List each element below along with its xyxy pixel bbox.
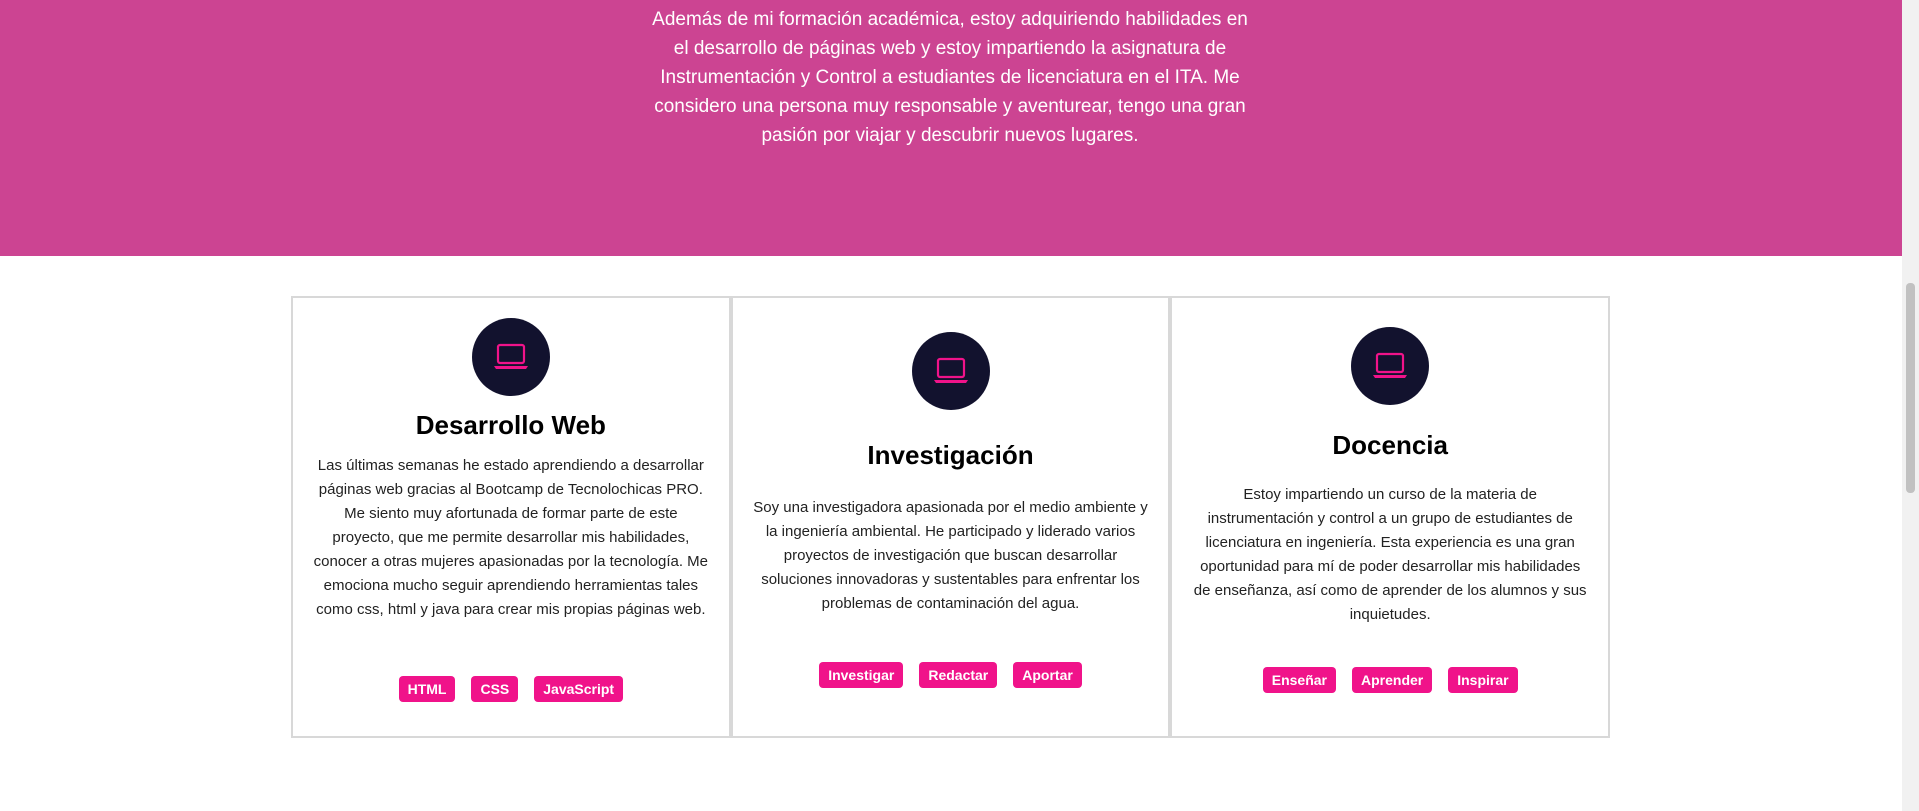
- laptop-icon: [471, 318, 550, 396]
- card-title: Docencia: [1332, 430, 1448, 460]
- tag-redactar[interactable]: Redactar: [919, 662, 998, 688]
- about-hero: Además de mi formación académica, estoy …: [0, 0, 1902, 256]
- card-title: Desarrollo Web: [415, 410, 606, 440]
- tag-css[interactable]: CSS: [471, 676, 519, 702]
- laptop-icon: [911, 332, 990, 410]
- about-text: Además de mi formación académica, estoy …: [650, 5, 1250, 150]
- tag-list: HTML CSS JavaScript: [293, 676, 729, 702]
- page-scrollbar[interactable]: [1902, 0, 1919, 811]
- card-description: Estoy impartiendo un curso de la materia…: [1193, 486, 1587, 623]
- card-desarrollo-web: Desarrollo Web Las últimas semanas he es…: [291, 296, 731, 738]
- tag-ensenar[interactable]: Enseñar: [1262, 667, 1336, 693]
- tag-list: Investigar Redactar Aportar: [733, 662, 1169, 688]
- card-investigacion: Investigación Soy una investigadora apas…: [730, 296, 1171, 738]
- tag-list: Enseñar Aprender Inspirar: [1172, 667, 1608, 693]
- card-description: Soy una investigadora apasionada por el …: [753, 499, 1148, 612]
- tag-aprender[interactable]: Aprender: [1352, 667, 1433, 693]
- about-line: considero una persona muy responsable y …: [654, 96, 1246, 117]
- tag-javascript[interactable]: JavaScript: [534, 676, 624, 702]
- tag-aportar[interactable]: Aportar: [1013, 662, 1082, 688]
- card-title: Investigación: [867, 440, 1034, 470]
- about-line: el desarrollo de páginas web y estoy imp…: [673, 38, 1227, 59]
- about-line: Además de mi formación académica, estoy …: [652, 9, 1248, 30]
- card-docencia: Docencia Estoy impartiendo un curso de l…: [1170, 296, 1611, 738]
- about-line: Instrumentación y Control a estudiantes …: [660, 67, 1240, 88]
- tag-investigar[interactable]: Investigar: [819, 662, 904, 688]
- laptop-icon: [1351, 327, 1430, 405]
- tag-html[interactable]: HTML: [398, 676, 456, 702]
- scrollbar-thumb[interactable]: [1906, 283, 1915, 493]
- tag-inspirar[interactable]: Inspirar: [1448, 667, 1518, 693]
- about-line: pasión por viajar y descubrir nuevos lug…: [761, 125, 1139, 146]
- skills-cards: Desarrollo Web Las últimas semanas he es…: [291, 296, 1611, 738]
- card-description: Las últimas semanas he estado aprendiend…: [313, 457, 709, 618]
